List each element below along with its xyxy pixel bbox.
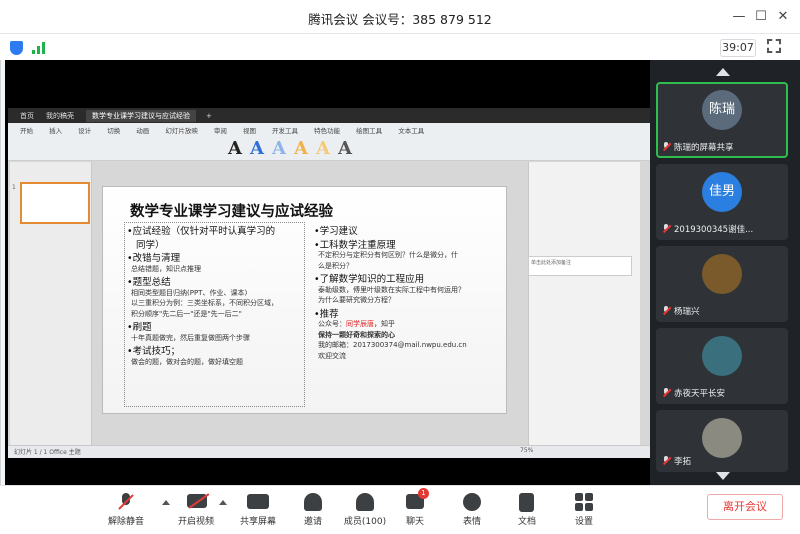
slide-title: 数学专业课学习建议与应试经验 — [130, 204, 333, 220]
slide-text-line: 欢迎交流 — [318, 351, 346, 360]
slide-text-line: 总结错题，知识点推理 — [131, 264, 201, 273]
ppt-tab-add[interactable]: + — [200, 110, 218, 122]
text-style-a[interactable]: A — [272, 138, 286, 159]
participant-name: 2019300345谢佳... — [674, 225, 754, 235]
scroll-up-icon[interactable] — [716, 68, 730, 76]
ppt-tab[interactable]: 我的稿壳 — [40, 110, 80, 122]
invite-label[interactable]: 邀请 — [283, 514, 343, 527]
ribbon-menu: 开始 插入 设计 切换 动画 幻灯片放映 审阅 视图 开发工具 特色功能 绘图工… — [20, 127, 425, 135]
slide-text-line: •推荐 — [314, 308, 339, 320]
slide-text-line: 我的邮箱：2017300374@mail.nwpu.edu.cn — [318, 341, 467, 349]
share-screen-label[interactable]: 共享屏幕 — [228, 514, 288, 527]
avatar — [702, 254, 742, 294]
ppt-status-bar — [8, 445, 656, 458]
share-screen-icon[interactable] — [247, 494, 269, 509]
avatar: 陈瑞 — [702, 90, 742, 130]
slide-text-line: 泰勒级数，傅里叶级数在实际工程中有何运用？ — [318, 285, 465, 294]
slide-text-line: •工科数学注重原理 — [314, 239, 396, 251]
microphone-muted-icon — [662, 388, 672, 397]
text-style-a[interactable]: A — [250, 138, 264, 159]
chevron-up-icon[interactable] — [219, 500, 227, 505]
start-video-label[interactable]: 开启视频 — [166, 514, 226, 527]
slide-text-line: •刷题 — [127, 322, 152, 333]
zoom-level[interactable]: 75% — [520, 447, 533, 454]
microphone-muted-icon[interactable] — [117, 493, 135, 511]
leave-meeting-button[interactable]: 离开会议 — [707, 494, 783, 520]
document-icon[interactable] — [519, 493, 534, 512]
window-title: 腾讯会议 会议号：385 879 512 — [308, 12, 492, 27]
minimize-icon[interactable]: — — [730, 8, 748, 26]
members-icon[interactable] — [356, 493, 374, 511]
microphone-muted-icon — [662, 306, 672, 315]
slide-text-line: 积分顺序"先二后一"还是"先一后二" — [131, 309, 242, 318]
scroll-down-icon[interactable] — [716, 472, 730, 480]
text-style-a[interactable]: A — [338, 138, 352, 159]
participant-name: 杨瑞兴 — [674, 307, 700, 317]
unmute-label[interactable]: 解除静音 — [96, 514, 156, 527]
invite-icon[interactable] — [304, 493, 322, 511]
microphone-muted-icon — [662, 142, 672, 151]
slide-text-line: 为什么要研究微分方程？ — [318, 296, 395, 304]
slide-thumbnail[interactable] — [20, 182, 90, 224]
text-style-a[interactable]: A — [228, 138, 242, 159]
slide-text-line: •考试技巧； — [127, 346, 181, 357]
meeting-timer: 39:07 — [720, 39, 756, 57]
slide-text-line: 公众号：同学辰唐，知乎 — [318, 320, 395, 328]
avatar — [702, 418, 742, 458]
slide-text-line: •改错与清理 — [127, 253, 181, 264]
ppt-status-left: 幻灯片 1 / 1 Office 主题 — [14, 449, 81, 456]
slide-text-line: •学习建议 — [314, 226, 358, 237]
slide-text-line: 十年真题做完，然后重复做图两个步骤 — [131, 333, 250, 342]
reactions-label[interactable]: 表情 — [442, 514, 502, 527]
slide-text-line: 保持一颗好奇和探索的心 — [318, 330, 395, 339]
text-style-a[interactable]: A — [316, 138, 330, 159]
participant-name: 李拓 — [674, 457, 692, 467]
avatar — [702, 336, 742, 376]
slide-text-line: •了解数学知识的工程应用 — [314, 274, 425, 285]
slide-text-line: 做会的题，做对会的题，做好填空题 — [131, 357, 243, 366]
settings-label[interactable]: 设置 — [554, 514, 614, 527]
notes-box[interactable]: 单击此处添加备注 — [528, 256, 632, 276]
microphone-muted-icon — [662, 456, 672, 465]
slide-text-line: 相同类型题目归纳(PPT、作业、课本) — [131, 288, 248, 297]
task-pane — [528, 162, 640, 445]
camera-off-icon[interactable] — [187, 493, 210, 509]
avatar: 佳男 — [702, 172, 742, 212]
slide-text-line: •题型总结 — [127, 277, 171, 288]
maximize-icon[interactable]: ☐ — [752, 8, 770, 26]
close-icon[interactable]: ✕ — [774, 8, 792, 26]
chat-badge: 1 — [418, 488, 429, 499]
chat-label[interactable]: 聊天 — [385, 514, 445, 527]
status-bar — [0, 34, 800, 60]
ppt-tab[interactable]: 首页 — [14, 110, 40, 122]
slide-text-line: 同学） — [136, 239, 165, 251]
fullscreen-icon[interactable] — [767, 39, 781, 53]
text-style-a[interactable]: A — [294, 138, 308, 159]
signal-icon[interactable] — [32, 42, 46, 54]
emoji-icon[interactable] — [463, 493, 481, 511]
slide-number: 1 — [12, 184, 16, 191]
slide-text-line: 不定积分与定积分有何区别？什么是微分，什 — [318, 251, 458, 259]
participant-name: 陈瑞的屏幕共享 — [674, 143, 734, 153]
settings-grid-icon[interactable] — [575, 493, 593, 511]
microphone-muted-icon — [662, 224, 672, 233]
slide-text-line: •应试经验（仅针对平时认真学习的 — [127, 226, 276, 237]
chevron-up-icon[interactable] — [162, 500, 170, 505]
slide-text-line: 么是积分？ — [318, 261, 353, 270]
participant-name: 赤夜天平长安 — [674, 389, 726, 399]
docs-label[interactable]: 文档 — [497, 514, 557, 527]
shield-icon[interactable] — [10, 41, 23, 55]
ppt-tab-active[interactable]: 数学专业课学习建议与应试经验 — [86, 110, 196, 122]
slide-text-line: 以三重积分为例：三类坐标系，不同积分区域， — [131, 299, 278, 307]
